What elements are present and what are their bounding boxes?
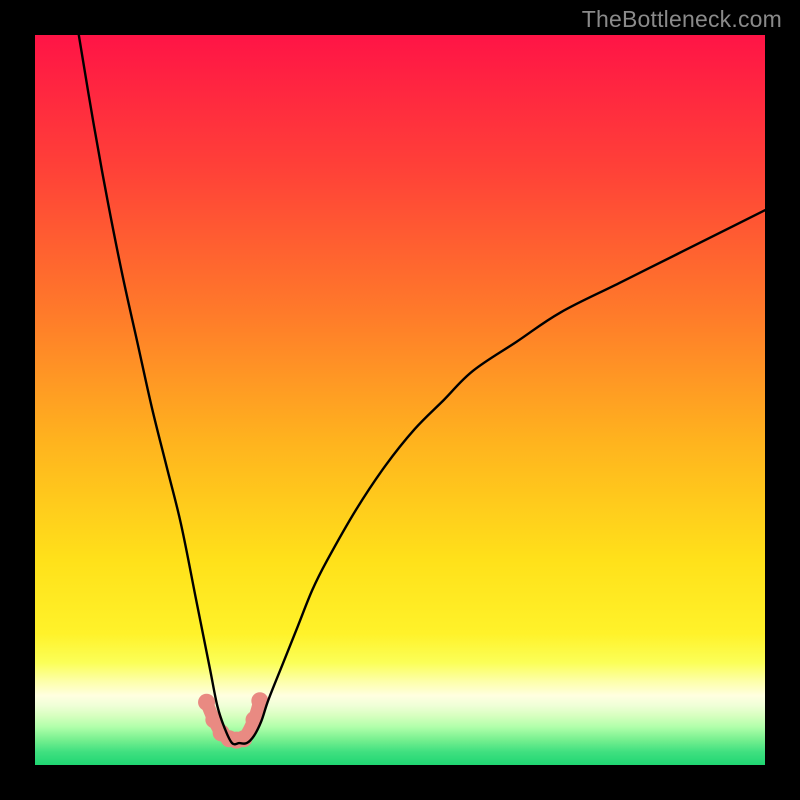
valley-markers: [198, 692, 268, 748]
bottleneck-curve: [79, 35, 765, 744]
watermark-text: TheBottleneck.com: [582, 6, 782, 33]
curve-layer: [35, 35, 765, 765]
chart-frame: TheBottleneck.com: [0, 0, 800, 800]
plot-area: [35, 35, 765, 765]
valley-dot: [198, 694, 215, 711]
